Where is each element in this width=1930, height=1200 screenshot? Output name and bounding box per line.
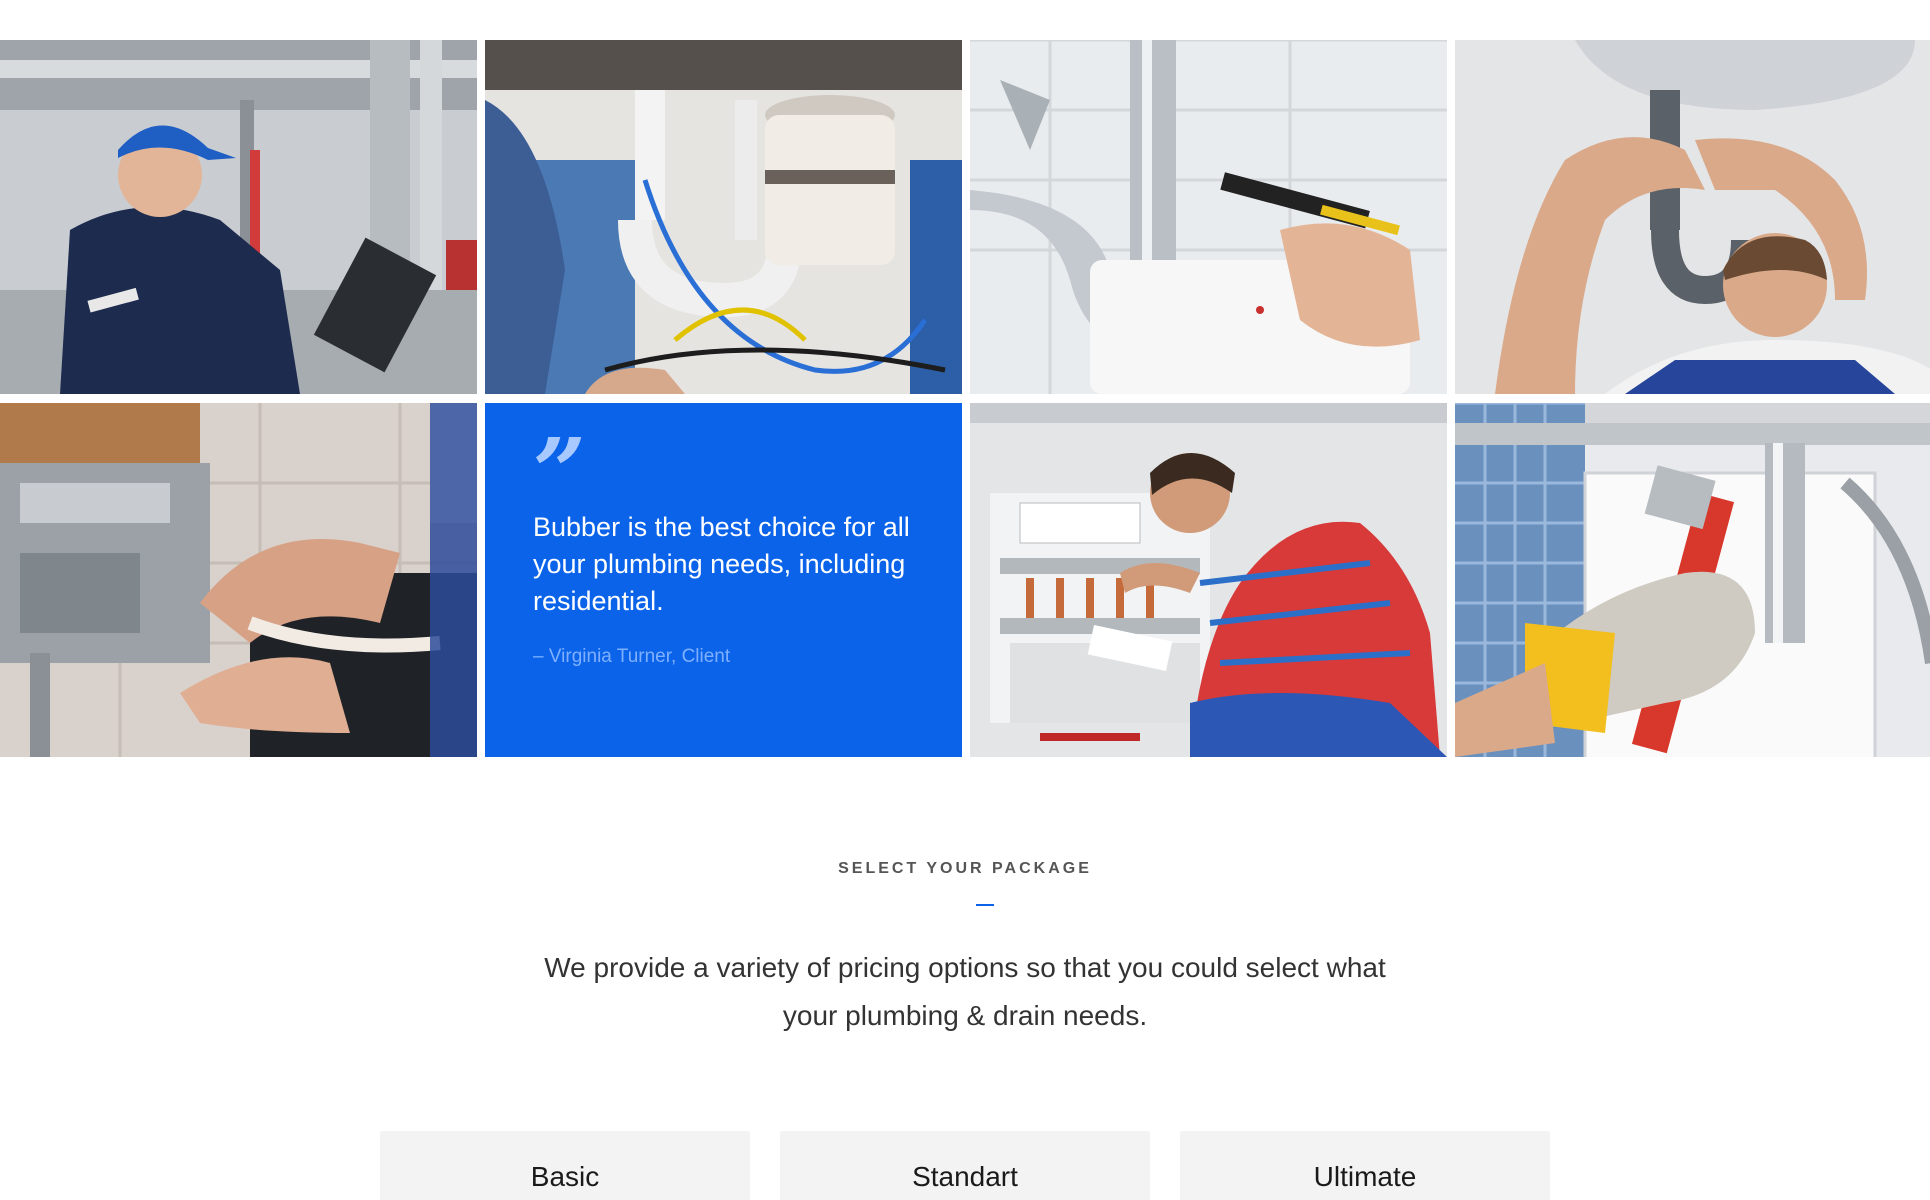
section-divider: [976, 904, 994, 906]
section-eyebrow: SELECT YOUR PACKAGE: [838, 860, 1092, 877]
pipe-wrench-glove-photo: [1455, 403, 1930, 757]
gas-boiler-repair-photo: [0, 403, 477, 757]
plan-name: Basic: [530, 1161, 600, 1192]
plan-card-ultimate[interactable]: Ultimate: [1180, 1131, 1550, 1200]
plan-card-basic[interactable]: Basic: [380, 1131, 750, 1200]
gallery-photo-under-sink[interactable]: [1455, 40, 1930, 394]
gallery-photo-pipe-wrench[interactable]: [1455, 403, 1930, 757]
pricing-plans: Basic Standart Ultimate: [380, 1131, 1550, 1200]
gallery-photo-chrome-pipe[interactable]: [970, 40, 1447, 394]
plan-card-standart[interactable]: Standart: [780, 1131, 1150, 1200]
section-lead: We provide a variety of pricing options …: [544, 952, 1386, 1031]
wrench-chrome-pipe-photo: [970, 40, 1447, 394]
photo-gallery: ” Bubber is the best choice for all your…: [0, 40, 1930, 757]
packages-section: SELECT YOUR PACKAGE We provide a variety…: [0, 860, 1930, 1040]
manifold-inspection-photo: [970, 403, 1447, 757]
gallery-photo-boiler[interactable]: [0, 403, 477, 757]
testimonial-author: – Virginia Turner, Client: [533, 646, 731, 667]
quote-mark-icon: ”: [533, 418, 586, 526]
plan-name: Standart: [912, 1161, 1018, 1192]
technician-clipboard-photo: [0, 40, 477, 394]
sink-pipes-filter-photo: [485, 40, 962, 394]
testimonial-quote: ” Bubber is the best choice for all your…: [485, 403, 962, 757]
testimonial-text: Bubber is the best choice for all your p…: [533, 512, 910, 616]
plumber-under-sink-photo: [1455, 40, 1930, 394]
plan-name: Ultimate: [1313, 1161, 1417, 1192]
gallery-photo-manifold[interactable]: [970, 403, 1447, 757]
gallery-photo-sink-pipes[interactable]: [485, 40, 962, 394]
gallery-photo-technician[interactable]: [0, 40, 477, 394]
